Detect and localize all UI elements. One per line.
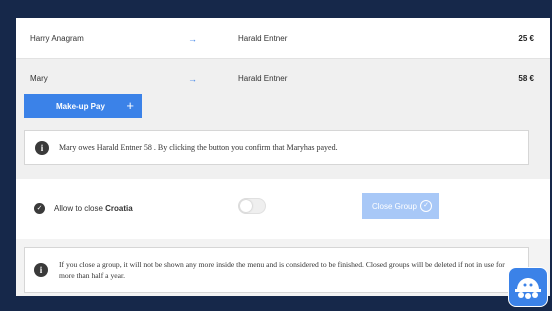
payment-row: Harry Anagram → Harald Entner 25 € [16,18,550,59]
app-logo-icon[interactable] [508,267,548,307]
payment-amount: 58 € [518,74,534,83]
make-up-pay-label: Make-up Pay [56,102,105,111]
group-name: Croatia [105,204,133,213]
payee-name: Harald Entner [238,34,288,43]
make-up-pay-button[interactable]: Make-up Pay + [24,94,142,118]
app-logo-graphic [515,278,541,299]
allow-close-prefix: Allow to close [54,204,103,213]
payment-row-expanded: Mary → Harald Entner 58 € Make-up Pay + … [16,59,550,179]
confirm-info-box: i Mary owes Harald Entner 58 . By clicki… [24,130,529,165]
payer-name: Mary [30,74,48,83]
info-icon: i [34,263,48,277]
close-group-label: Close Group [372,202,417,211]
info-icon: i [35,141,49,155]
payee-name: Harald Entner [238,74,288,83]
payer-name: Harry Anagram [30,34,84,43]
plus-icon: + [126,98,134,113]
close-info-text: If you close a group, it will not be sho… [59,260,505,280]
allow-close-toggle[interactable] [238,198,266,214]
close-group-button[interactable]: Close Group ✓ [362,193,439,219]
confirm-info-text: Mary owes Harald Entner 58 . By clicking… [59,143,338,152]
allow-close-label: Allow to close Croatia [54,204,133,213]
toggle-knob [240,200,252,212]
check-circle-icon: ✓ [420,200,432,212]
group-settlement-panel: Harry Anagram → Harald Entner 25 € Mary … [16,18,550,296]
payment-amount: 25 € [518,34,534,43]
close-group-section: ✓ Allow to close Croatia Close Group ✓ [16,179,550,239]
check-circle-icon: ✓ [34,203,45,214]
arrow-right-icon: → [188,34,197,44]
arrow-right-icon: → [188,74,197,84]
close-info-box: i If you close a group, it will not be s… [24,247,529,293]
close-info-section: i If you close a group, it will not be s… [16,239,550,296]
